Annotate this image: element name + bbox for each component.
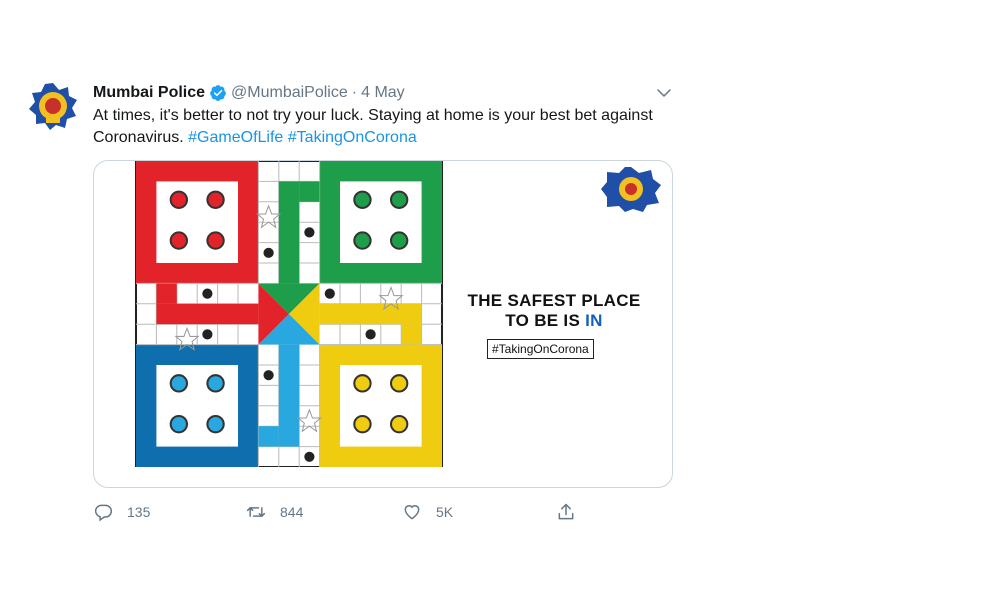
handle[interactable]: @MumbaiPolice (231, 84, 348, 102)
retweet-icon (246, 507, 266, 517)
media-card[interactable]: THE SAFEST PLACE TO BE IS IN #TakingOnCo… (93, 160, 673, 488)
timestamp[interactable]: 4 May (361, 84, 405, 102)
reply-count: 135 (127, 504, 151, 520)
tweet[interactable]: Mumbai Police @MumbaiPolice · 4 May At t… (0, 0, 1000, 600)
police-logo-icon (601, 167, 661, 212)
hashtag-link[interactable]: #TakingOnCorona (288, 129, 417, 146)
headline-line-2-text: TO BE IS (505, 311, 586, 330)
avatar[interactable] (27, 80, 79, 132)
display-name[interactable]: Mumbai Police (93, 84, 205, 102)
reply-icon (94, 504, 113, 522)
headline-line-1: THE SAFEST PLACE (467, 291, 641, 310)
retweet-count: 844 (280, 504, 304, 520)
like-icon (404, 505, 420, 520)
hashtag-link[interactable]: #GameOfLife (188, 129, 283, 146)
headline-emphasis: IN (585, 311, 603, 330)
chevron-down-icon[interactable] (655, 84, 673, 102)
verified-icon (210, 85, 226, 101)
tweet-header: Mumbai Police @MumbaiPolice · 4 May (93, 82, 405, 104)
reply-button[interactable]: 135 (93, 500, 150, 524)
headline-line-2: TO BE IS IN (454, 311, 654, 331)
media-headline: THE SAFEST PLACE TO BE IS IN (454, 291, 654, 331)
like-count: 5K (436, 504, 454, 520)
share-icon (558, 503, 574, 520)
retweet-button[interactable]: 844 (246, 500, 303, 524)
ludo-board-image (134, 161, 444, 467)
tweet-text: At times, it's better to not try your lu… (93, 105, 653, 149)
separator-dot: · (351, 84, 358, 101)
share-button[interactable] (556, 500, 590, 524)
media-tag-box: #TakingOnCorona (487, 339, 594, 359)
like-button[interactable]: 5K (402, 500, 453, 524)
